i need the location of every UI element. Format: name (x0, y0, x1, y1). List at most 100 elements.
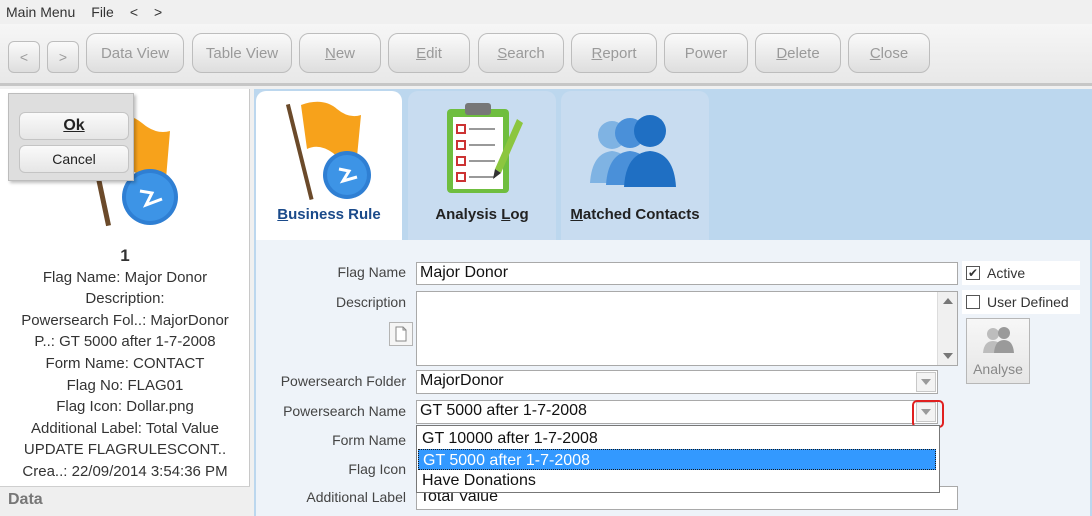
delete-mnemonic: D (776, 44, 788, 62)
data-section-header[interactable]: Data (0, 486, 250, 516)
tab-analysis-log-text-a: Analysis (435, 206, 502, 223)
info-description: Description: (85, 290, 165, 308)
powersearch-name-label: Powersearch Name (283, 403, 406, 419)
description-textarea[interactable] (416, 291, 958, 366)
close-mnemonic: C (869, 44, 881, 62)
menu-bar: Main Menu File < > (0, 0, 1092, 24)
delete-label: elete (787, 44, 820, 62)
business-rule-flag-icon (285, 101, 371, 200)
flag-name-value: Major Donor (420, 264, 509, 281)
table-view-button[interactable]: Table View (192, 33, 292, 73)
clipboard-checklist-icon (447, 103, 523, 193)
tab-business-rule[interactable]: Business Rule (256, 91, 402, 243)
tab-matched-contacts-mnemonic: M (570, 206, 583, 223)
dropdown-option[interactable]: GT 10000 after 1-7-2008 (418, 428, 936, 449)
dropdown-option-selected[interactable]: GT 5000 after 1-7-2008 (418, 449, 936, 470)
powersearch-folder-dropdown-icon[interactable] (916, 372, 936, 392)
user-defined-checkbox[interactable]: User Defined (962, 290, 1080, 314)
active-check-box[interactable]: ✔ (966, 266, 980, 280)
ok-cancel-popup: Ok Cancel (8, 93, 134, 181)
info-flag-no: Flag No: FLAG01 (66, 376, 184, 394)
edit-label: dit (426, 44, 442, 62)
flag-name-label: Flag Name (337, 264, 406, 280)
forward-arrow-icon: > (58, 49, 68, 65)
tab-business-rule-label: Business Rule (256, 206, 402, 223)
powersearch-folder-label: Powersearch Folder (280, 373, 406, 389)
highlight-ring (912, 400, 944, 428)
tab-matched-contacts-label: Matched Contacts (561, 206, 709, 223)
menu-main-menu[interactable]: Main Menu (6, 4, 75, 20)
new-button[interactable]: New (299, 33, 381, 73)
close-button[interactable]: Close (848, 33, 930, 73)
info-additional-label: Additional Label: Total Value (31, 419, 219, 437)
search-mnemonic: S (497, 44, 508, 62)
cancel-label: Cancel (52, 151, 96, 167)
search-button[interactable]: Search (478, 33, 564, 73)
user-defined-label: User Defined (987, 294, 1069, 310)
description-scrollbar[interactable] (937, 292, 957, 365)
edit-button[interactable]: Edit (388, 33, 470, 73)
flag-icon-label: Flag Icon (348, 461, 406, 477)
dropdown-option[interactable]: Have Donations (418, 470, 936, 491)
cancel-button[interactable]: Cancel (19, 145, 129, 173)
analyse-people-icon (983, 327, 1014, 353)
report-label: eport (602, 44, 637, 62)
report-mnemonic: R (591, 44, 603, 62)
info-flag-name: Flag Name: Major Donor (42, 268, 208, 286)
scroll-down-icon[interactable] (943, 353, 953, 359)
info-powersearch-folder: Powersearch Fol..: MajorDonor (21, 311, 229, 329)
analyse-label: Analyse (973, 361, 1023, 377)
ok-button[interactable]: Ok (19, 112, 129, 140)
power-button[interactable]: Power (664, 33, 748, 73)
user-defined-check-box[interactable] (966, 295, 980, 309)
new-mnemonic: N (324, 44, 336, 62)
info-update: UPDATE FLAGRULESCONT.. (23, 441, 227, 459)
checkmark-icon: ✔ (967, 266, 979, 280)
report-button[interactable]: Report (571, 33, 657, 73)
info-flag-icon: Flag Icon: Dollar.png (56, 398, 194, 416)
power-label: Power (684, 44, 728, 62)
delete-button[interactable]: Delete (755, 33, 841, 73)
tab-business-rule-text: usiness Rule (288, 206, 381, 223)
close-label: lose (880, 44, 909, 62)
description-editor-button[interactable] (389, 322, 413, 346)
active-label: Active (987, 265, 1026, 281)
info-powersearch-name: P..: GT 5000 after 1-7-2008 (34, 333, 216, 351)
back-button[interactable]: < (8, 41, 40, 73)
menu-file[interactable]: File (91, 4, 114, 20)
tab-analysis-log-label: Analysis Log (408, 206, 556, 223)
info-form-name: Form Name: CONTACT (45, 354, 205, 372)
tab-matched-contacts-text: atched Contacts (582, 206, 700, 223)
powersearch-name-value: GT 5000 after 1-7-2008 (420, 402, 587, 419)
record-info: 1 Flag Name: Major Donor Description: Po… (0, 245, 250, 483)
menu-back[interactable]: < (130, 4, 138, 20)
tab-matched-contacts[interactable]: Matched Contacts (561, 91, 709, 241)
new-label: ew (335, 44, 356, 62)
powersearch-name-combo[interactable]: GT 5000 after 1-7-2008 (416, 400, 938, 424)
additional-label-label: Additional Label (306, 489, 406, 505)
menu-forward[interactable]: > (154, 4, 162, 20)
powersearch-name-dropdown-list[interactable]: GT 10000 after 1-7-2008 GT 5000 after 1-… (416, 425, 940, 493)
flag-name-field[interactable]: Major Donor (416, 262, 958, 285)
forward-button[interactable]: > (47, 41, 79, 73)
tab-analysis-log-text-b: og (510, 206, 529, 223)
tab-analysis-log[interactable]: Analysis Log (408, 91, 556, 241)
data-view-label: Data View (100, 44, 170, 62)
back-arrow-icon: < (19, 49, 29, 65)
analyse-button[interactable]: Analyse (966, 318, 1030, 384)
active-checkbox[interactable]: ✔ Active (962, 261, 1080, 285)
detail-panel: Business Rule Analysis Log Matched Conta… (254, 89, 1092, 516)
record-number: 1 (120, 246, 130, 265)
tab-analysis-log-mnemonic: L (501, 206, 511, 223)
scroll-up-icon[interactable] (943, 298, 953, 304)
search-label: earch (507, 44, 545, 62)
form-name-label: Form Name (332, 432, 406, 448)
powersearch-folder-combo[interactable]: MajorDonor (416, 370, 938, 394)
edit-mnemonic: E (416, 44, 427, 62)
data-section-label: Data (8, 491, 43, 508)
table-view-label: Table View (205, 44, 279, 62)
info-created: Crea..: 22/09/2014 3:54:36 PM (22, 462, 228, 480)
contacts-group-icon (590, 115, 676, 187)
toolbar: < > Data View Table View New Edit Search… (0, 24, 1092, 86)
data-view-button[interactable]: Data View (86, 33, 184, 73)
